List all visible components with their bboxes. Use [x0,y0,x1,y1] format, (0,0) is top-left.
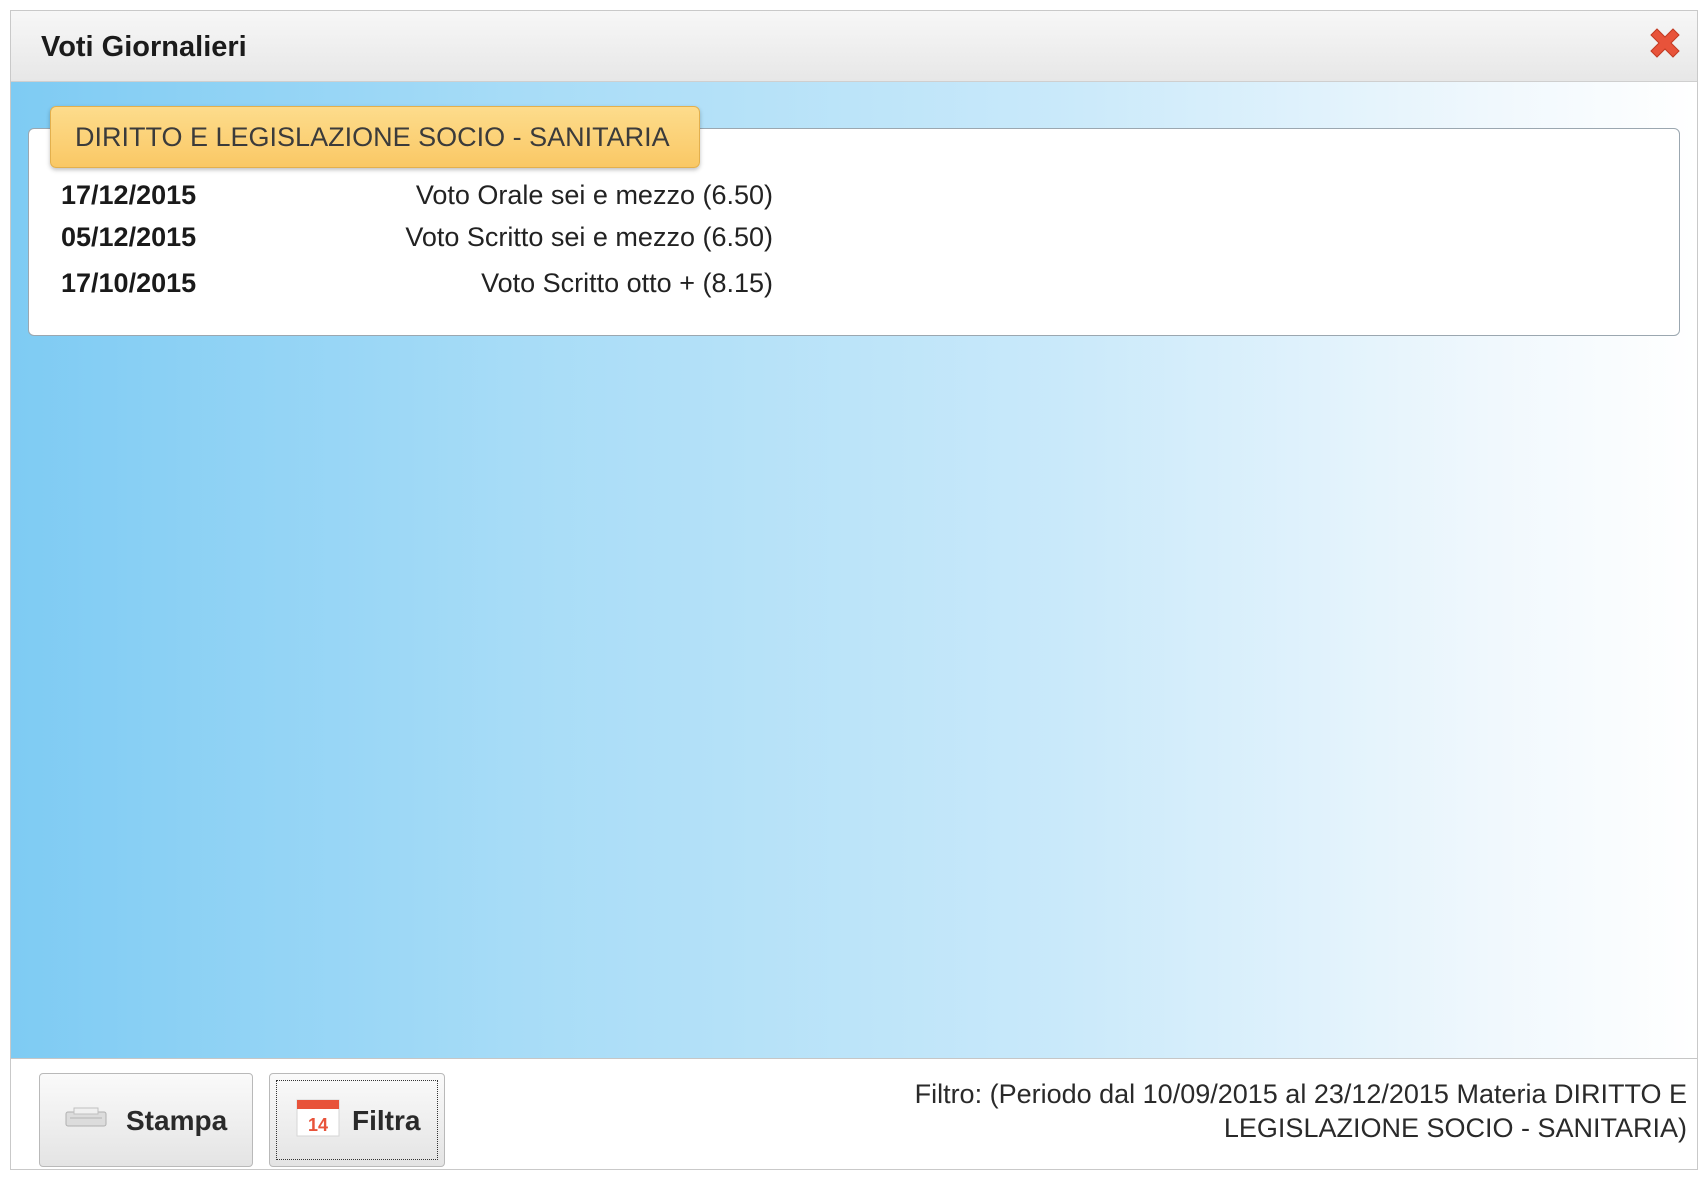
voti-giornalieri-dialog: Voti Giornalieri 17/12/2015 Voto Orale s… [10,10,1698,1170]
print-button[interactable]: Stampa [39,1073,253,1167]
filter-button[interactable]: 14 Filtra [269,1073,445,1167]
grade-description: Voto Scritto otto + (8.15) [481,268,773,298]
filter-summary-line: Filtro: (Periodo dal 10/09/2015 al 23/12… [914,1079,1687,1109]
grade-row: 17/10/2015 Voto Scritto otto + (8.15) [61,263,821,303]
subject-title-tab: DIRITTO E LEGISLAZIONE SOCIO - SANITARIA [50,106,700,168]
dialog-footer: Stampa 14 Filtra Filtro: (Periodo dal 10… [11,1058,1697,1169]
grade-row: 05/12/2015 Voto Scritto sei e mezzo (6.5… [61,217,821,257]
grade-row: 17/12/2015 Voto Orale sei e mezzo (6.50) [61,175,821,215]
dialog-title: Voti Giornalieri [41,31,247,63]
grade-date: 05/12/2015 [61,222,197,252]
grade-date: 17/12/2015 [61,180,197,210]
printer-icon [65,1107,107,1127]
calendar-icon: 14 [296,1099,340,1137]
grade-date: 17/10/2015 [61,268,197,298]
print-button-label: Stampa [126,1105,228,1136]
dialog-titlebar: Voti Giornalieri [11,11,1697,82]
grade-description: Voto Scritto sei e mezzo (6.50) [405,222,773,252]
filter-summary-line: LEGISLAZIONE SOCIO - SANITARIA) [1223,1113,1687,1143]
calendar-day: 14 [308,1115,328,1135]
close-button[interactable] [1643,23,1687,67]
grade-description: Voto Orale sei e mezzo (6.50) [415,180,773,210]
close-x-icon [1650,28,1680,58]
active-filter-summary: Filtro: (Periodo dal 10/09/2015 al 23/12… [807,1077,1687,1145]
filter-button-label: Filtra [352,1105,421,1136]
content-area: 17/12/2015 Voto Orale sei e mezzo (6.50)… [11,82,1697,1060]
